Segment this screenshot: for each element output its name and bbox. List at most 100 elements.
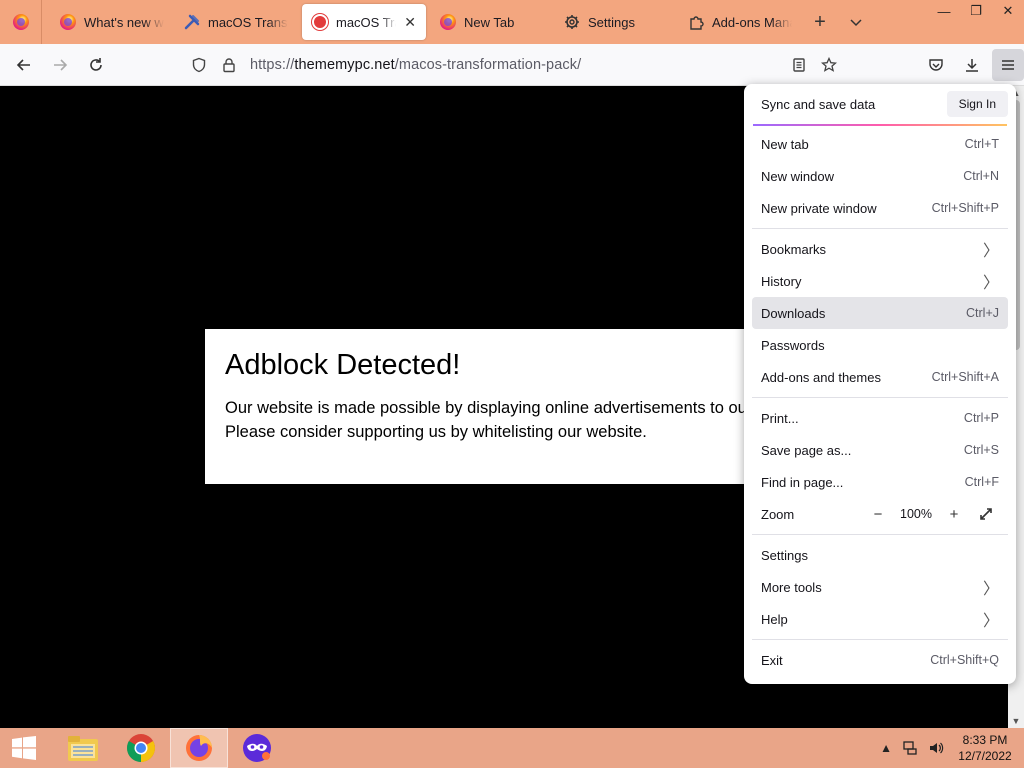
menu-passwords[interactable]: Passwords (752, 329, 1008, 361)
zoom-reset-button[interactable]: 100% (897, 507, 935, 521)
chrome-icon (127, 734, 155, 762)
pocket-icon (929, 59, 943, 71)
start-button[interactable] (0, 728, 48, 768)
window-controls: — ❐ ✕ (928, 0, 1024, 22)
zoom-out-button[interactable]: − (865, 502, 891, 526)
dialog-line-1: Our website is made possible by displayi… (225, 399, 813, 417)
app-menu-button[interactable] (992, 49, 1024, 81)
system-tray: ▲ 8:33 PM 12/7/2022 (880, 728, 1016, 768)
menu-bookmarks[interactable]: Bookmarks 〉 (752, 233, 1008, 265)
taskbar-file-explorer[interactable] (54, 728, 112, 768)
firefox-icon (186, 735, 212, 761)
firefox-view-button[interactable] (0, 0, 42, 44)
dialog-heading: Adblock Detected! (225, 349, 461, 381)
menu-save-page-as[interactable]: Save page as... Ctrl+S (752, 434, 1008, 466)
plus-icon: + (949, 505, 959, 523)
sync-title: Sync and save data (761, 96, 876, 112)
tab-whats-new[interactable]: What's new wit (50, 4, 174, 40)
menu-item-label: Help (761, 611, 788, 627)
scroll-down-arrow-icon[interactable]: ▼ (1008, 716, 1024, 726)
restore-button[interactable]: ❐ (960, 0, 992, 22)
menu-help[interactable]: Help 〉 (752, 603, 1008, 635)
menu-separator (752, 228, 1008, 229)
dialog-line-2: Please consider supporting us by whiteli… (225, 423, 647, 441)
menu-item-shortcut: Ctrl+Shift+P (931, 201, 999, 215)
network-icon[interactable] (902, 740, 918, 756)
url-text[interactable]: https://thememypc.net/macos-transformati… (244, 57, 784, 73)
menu-print[interactable]: Print... Ctrl+P (752, 402, 1008, 434)
masked-app-icon (243, 734, 271, 762)
arrow-right-icon (54, 58, 68, 71)
gear-icon (565, 15, 579, 29)
menu-separator (752, 639, 1008, 640)
menu-more-tools[interactable]: More tools 〉 (752, 571, 1008, 603)
forward-button[interactable] (42, 49, 78, 81)
lock-icon[interactable] (214, 57, 244, 73)
tab-label: Settings (588, 14, 635, 30)
tab-settings[interactable]: Settings (554, 4, 678, 40)
menu-item-label: History (761, 273, 802, 289)
pocket-button[interactable] (920, 49, 952, 81)
back-button[interactable] (6, 49, 42, 81)
minimize-icon: — (937, 3, 951, 19)
hamburger-menu-icon (1002, 60, 1014, 70)
menu-addons-themes[interactable]: Add-ons and themes Ctrl+Shift+A (752, 361, 1008, 393)
arrow-left-icon (16, 58, 30, 71)
chevron-right-icon: 〉 (982, 613, 999, 630)
taskbar-app-purple[interactable] (228, 728, 286, 768)
clock-time: 8:33 PM (962, 733, 1008, 747)
fullscreen-button[interactable] (973, 502, 999, 526)
minimize-button[interactable]: — (928, 0, 960, 22)
menu-item-shortcut: Ctrl+Shift+Q (930, 653, 999, 667)
menu-separator (752, 397, 1008, 398)
chevron-right-icon: 〉 (982, 243, 999, 260)
menu-find-in-page[interactable]: Find in page... Ctrl+F (752, 466, 1008, 498)
tab-macos-transformation-1[interactable]: macOS Transfo (174, 4, 298, 40)
tab-label: macOS Transfo (208, 14, 288, 30)
address-bar[interactable]: https://thememypc.net/macos-transformati… (184, 50, 844, 80)
bookmark-star-icon[interactable] (814, 57, 844, 73)
plus-icon: + (814, 10, 826, 33)
windows-logo-icon (12, 736, 36, 760)
nav-bar: https://thememypc.net/macos-transformati… (0, 44, 1024, 86)
volume-icon[interactable] (928, 740, 944, 756)
tab-addons-manager[interactable]: Add-ons Mana (678, 4, 802, 40)
zoom-in-button[interactable]: + (941, 502, 967, 526)
menu-item-label: Print... (761, 410, 799, 426)
nav-toolbar-right (920, 49, 1024, 81)
tab-macos-transformation-active[interactable]: macOS Trans ✕ (302, 4, 426, 40)
reader-view-icon[interactable] (784, 57, 814, 73)
menu-downloads[interactable]: Downloads Ctrl+J (752, 297, 1008, 329)
menu-settings[interactable]: Settings (752, 539, 1008, 571)
menu-item-label: New private window (761, 200, 877, 216)
downloads-button[interactable] (956, 49, 988, 81)
menu-item-label: New tab (761, 136, 809, 152)
taskbar-chrome[interactable] (112, 728, 170, 768)
taskbar-firefox[interactable] (170, 728, 228, 768)
sign-in-button[interactable]: Sign In (946, 91, 1008, 117)
site-icon (312, 14, 328, 30)
firefox-icon (12, 14, 29, 30)
url-prefix: https:// (250, 57, 295, 73)
menu-separator (752, 534, 1008, 535)
new-tab-button[interactable]: + (802, 4, 838, 40)
menu-item-label: Save page as... (761, 442, 852, 458)
show-hidden-icons-icon[interactable]: ▲ (880, 741, 892, 755)
menu-item-label: Zoom (761, 506, 795, 522)
list-all-tabs-button[interactable] (838, 4, 874, 40)
close-tab-icon[interactable]: ✕ (404, 14, 416, 31)
clock[interactable]: 8:33 PM 12/7/2022 (954, 732, 1016, 764)
folder-icon (68, 736, 98, 761)
close-window-button[interactable]: ✕ (992, 0, 1024, 22)
shield-icon[interactable] (184, 57, 214, 73)
tab-new-tab[interactable]: New Tab (430, 4, 554, 40)
menu-item-shortcut: Ctrl+F (964, 475, 999, 489)
menu-exit[interactable]: Exit Ctrl+Shift+Q (752, 644, 1008, 676)
menu-new-tab[interactable]: New tab Ctrl+T (752, 128, 1008, 160)
menu-new-private-window[interactable]: New private window Ctrl+Shift+P (752, 192, 1008, 224)
menu-new-window[interactable]: New window Ctrl+N (752, 160, 1008, 192)
menu-item-shortcut: Ctrl+J (966, 306, 999, 320)
reload-button[interactable] (78, 49, 114, 81)
menu-history[interactable]: History 〉 (752, 265, 1008, 297)
tab-label: What's new wit (84, 14, 164, 30)
